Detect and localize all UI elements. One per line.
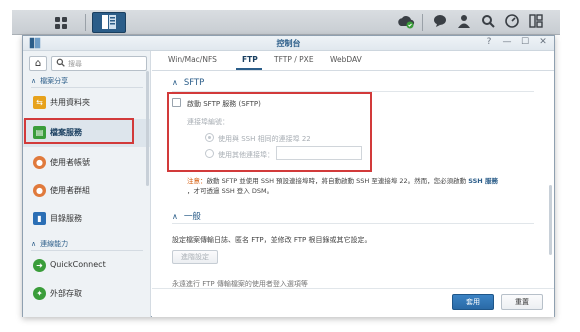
control-panel-taskbar-button[interactable] — [92, 12, 126, 33]
section-file-sharing[interactable]: ∧ 檔案分享 — [31, 76, 68, 86]
taskbar-divider — [422, 14, 423, 31]
dashboard-icon[interactable] — [504, 14, 520, 30]
search-icon — [56, 58, 65, 70]
sidebar-divider — [31, 250, 143, 251]
general-description: 設定檔案傳輸日誌、匿名 FTP，並修改 FTP 根目錄或其它設定。 — [172, 236, 372, 244]
apps-grid-icon — [53, 16, 69, 32]
sftp-note: 注意：啟動 SFTP 並使用 SSH 預設連接埠時，將自動啟動 SSH 至連接埠… — [187, 176, 498, 186]
external-access-icon: ✦ — [33, 287, 46, 300]
home-icon: ⌂ — [34, 58, 42, 69]
tab-win-mac-nfs[interactable]: Win/Mac/NFS — [168, 55, 217, 64]
sidebar-item-label: 共用資料夾 — [50, 98, 90, 107]
note-prefix: 注意： — [187, 177, 207, 185]
search-icon[interactable] — [480, 14, 496, 30]
shared-folder-icon: ⇆ — [33, 96, 46, 109]
minimize-button[interactable]: — — [501, 37, 513, 47]
reset-button[interactable]: 重置 — [501, 294, 543, 310]
chevron-up-icon: ∧ — [31, 240, 37, 248]
sidebar-item-external-access[interactable]: ✦ 外部存取 — [23, 282, 150, 306]
general-cut-text: 永遠進行 FTP 傳輸檔案的使用者登入選項等 — [172, 280, 308, 287]
section-label: 連線能力 — [40, 240, 69, 248]
directory-icon: ▮ — [33, 212, 46, 225]
window-titlebar[interactable]: 控制台 ? — ☐ ✕ — [23, 36, 554, 51]
sidebar-scrollbar[interactable] — [146, 71, 149, 186]
cloud-sync-icon[interactable] — [397, 14, 415, 30]
sftp-section-header[interactable]: ∧ SFTP — [172, 78, 204, 88]
widgets-icon[interactable] — [528, 14, 544, 30]
taskbar — [12, 10, 560, 35]
user-group-icon: ● — [33, 184, 46, 197]
user-account-icon: ● — [33, 156, 46, 169]
main-scrollbar[interactable] — [549, 185, 552, 255]
close-button[interactable]: ✕ — [537, 37, 549, 47]
section-connectivity[interactable]: ∧ 連線能力 — [31, 239, 68, 249]
sftp-note-line2: ，才可透過 SSH 登入 DSM。 — [187, 187, 274, 195]
control-panel-icon — [101, 14, 117, 30]
section-divider — [172, 223, 534, 224]
chevron-up-icon: ∧ — [172, 78, 178, 87]
sidebar-item-label: 外部存取 — [50, 289, 82, 298]
chat-icon[interactable] — [432, 14, 448, 30]
sidebar-item-shared-folder[interactable]: ⇆ 共用資料夾 — [23, 91, 150, 115]
quickconnect-icon: ➜ — [33, 259, 46, 272]
sidebar-divider — [31, 87, 143, 88]
sidebar-item-user-group[interactable]: ● 使用者群組 — [23, 179, 150, 203]
active-tab-indicator — [236, 68, 262, 70]
advanced-settings-button[interactable]: 進階設定 — [172, 250, 218, 264]
tab-tftp-pxe[interactable]: TFTP / PXE — [274, 55, 314, 64]
user-icon[interactable] — [456, 14, 472, 30]
apps-grid-button[interactable] — [44, 12, 78, 33]
sidebar-item-user-account[interactable]: ● 使用者帳號 — [23, 151, 150, 175]
maximize-button[interactable]: ☐ — [519, 37, 531, 47]
general-heading: 一般 — [183, 212, 201, 222]
note-text: 啟動 SFTP 並使用 SSH 預設連接埠時，將自動啟動 SSH 至連接埠 22… — [206, 177, 467, 185]
taskbar-divider — [85, 14, 86, 31]
highlight-box-file-services — [24, 118, 134, 144]
help-button[interactable]: ? — [483, 37, 495, 47]
search-placeholder: 搜尋 — [68, 60, 82, 68]
sidebar: ⌂ 搜尋 ∧ 檔案分享 ⇆ 共用資料夾 ▤ 檔案服務 ● 使用者帳號 ● 使用者群… — [23, 51, 151, 317]
sftp-heading: SFTP — [183, 78, 205, 88]
sidebar-item-label: 目錄服務 — [50, 214, 82, 223]
footer-bar: 套用 重置 — [152, 288, 554, 317]
home-button[interactable]: ⌂ — [29, 56, 47, 71]
sidebar-item-directory[interactable]: ▮ 目錄服務 — [23, 207, 150, 231]
sidebar-item-quickconnect[interactable]: ➜ QuickConnect — [23, 254, 150, 278]
search-input[interactable]: 搜尋 — [51, 56, 147, 71]
tab-webdav[interactable]: WebDAV — [330, 55, 362, 64]
control-panel-window: 控制台 ? — ☐ ✕ ⌂ 搜尋 ∧檔案分享 ⇆ 共用資料夾 ▤ 檔案服務 ● — [22, 35, 555, 317]
chevron-up-icon: ∧ — [31, 77, 37, 85]
tab-bar: Win/Mac/NFS FTP TFTP / PXE WebDAV — [152, 51, 554, 71]
ssh-service-link[interactable]: SSH 服務 — [468, 177, 498, 185]
section-label: 檔案分享 — [40, 77, 69, 85]
sidebar-item-label: QuickConnect — [50, 260, 106, 269]
general-section-header[interactable]: ∧ 一般 — [172, 210, 201, 222]
tab-ftp[interactable]: FTP — [242, 55, 258, 64]
apply-button[interactable]: 套用 — [452, 294, 494, 310]
sidebar-item-label: 使用者帳號 — [50, 158, 90, 167]
chevron-up-icon: ∧ — [172, 212, 178, 221]
highlight-box-sftp — [167, 92, 372, 172]
window-title: 控制台 — [276, 39, 301, 48]
sidebar-item-label: 使用者群組 — [50, 186, 90, 195]
